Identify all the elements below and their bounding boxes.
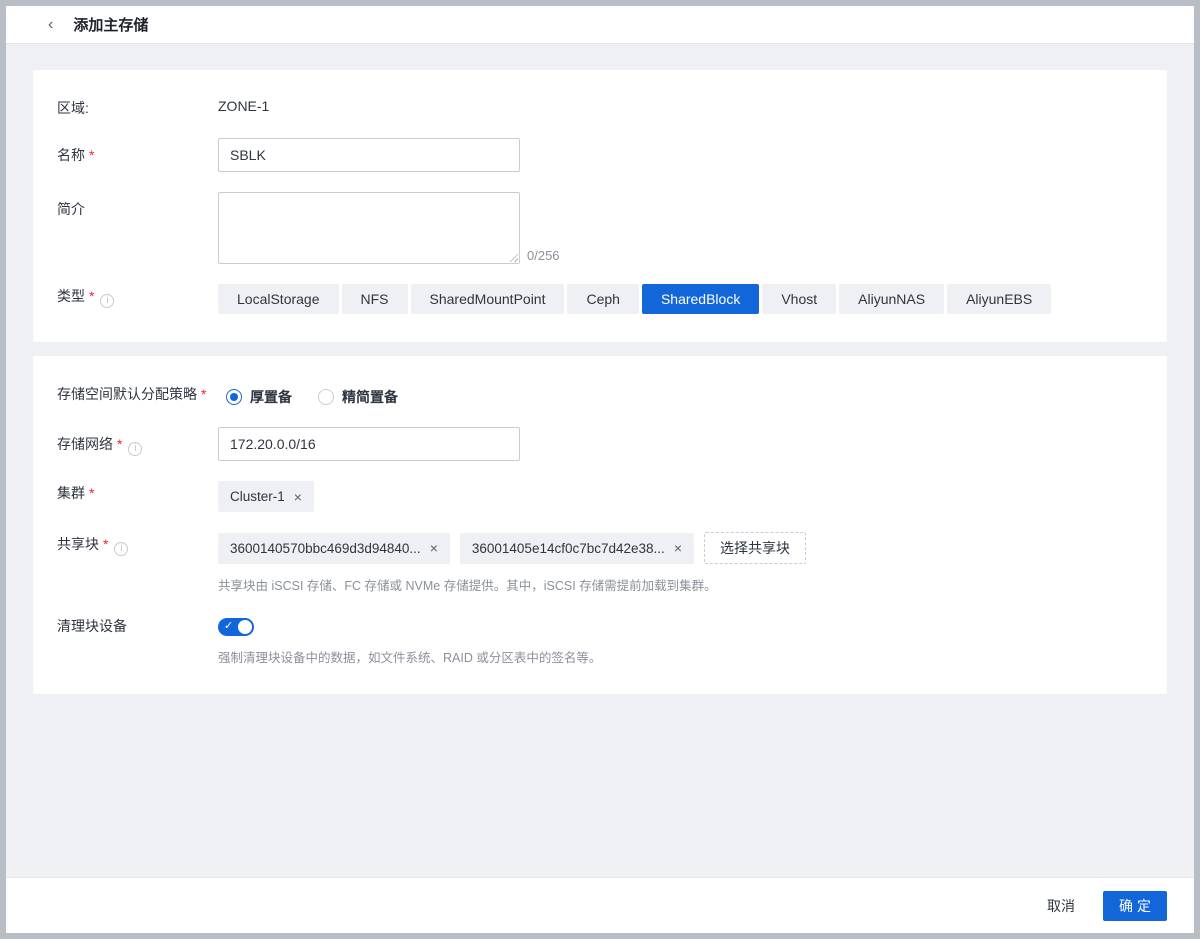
required-asterisk: * <box>103 536 108 552</box>
cluster-tags: Cluster-1 × <box>218 481 314 512</box>
clean-device-row: 清理块设备 ✓ 强制清理块设备中的数据，如文件系统、RAID 或分区表中的签名等… <box>57 614 1143 666</box>
type-label-text: 类型 <box>57 288 85 304</box>
clean-device-help: 强制清理块设备中的数据，如文件系统、RAID 或分区表中的签名等。 <box>218 647 601 666</box>
clean-device-toggle[interactable]: ✓ <box>218 618 254 636</box>
description-row: 简介 0/256 <box>57 192 1143 264</box>
type-row: 类型* i LocalStorageNFSSharedMountPointCeph… <box>57 284 1143 314</box>
page-footer: 取消 确定 <box>6 877 1194 933</box>
description-label-text: 简介 <box>57 201 85 217</box>
char-counter: 0/256 <box>527 249 560 264</box>
add-primary-storage-window: ‹ 添加主存储 区域: ZONE-1 名称* <box>0 0 1200 939</box>
name-label-text: 名称 <box>57 147 85 163</box>
zone-label-text: 区域: <box>57 100 89 116</box>
allocation-row: 存储空间默认分配策略* 厚置备 精简置备 <box>57 382 1143 407</box>
shared-block-label-text: 共享块 <box>57 536 99 552</box>
page-title: 添加主存储 <box>73 14 148 35</box>
zone-value: ZONE-1 <box>218 96 269 114</box>
page-header: ‹ 添加主存储 <box>6 6 1194 44</box>
form-content: 区域: ZONE-1 名称* 简介 <box>6 44 1194 877</box>
type-label: 类型* i <box>57 284 218 308</box>
network-label-text: 存储网络 <box>57 436 113 452</box>
type-options: LocalStorageNFSSharedMountPointCephShare… <box>218 284 1051 314</box>
type-option-nfs[interactable]: NFS <box>342 284 408 314</box>
toggle-knob <box>238 620 252 634</box>
tag-label: Cluster-1 <box>230 489 285 504</box>
remove-tag-icon[interactable]: × <box>294 490 302 504</box>
name-input[interactable] <box>218 138 520 172</box>
shared-block-label: 共享块* i <box>57 532 218 556</box>
shared-block-row: 共享块*i 3600140570bbc469d3d94840...×360014… <box>57 532 1143 594</box>
network-row: 存储网络* i <box>57 427 1143 461</box>
tag-label: 36001405e14cf0c7bc7d42e38... <box>472 541 665 556</box>
basic-info-card: 区域: ZONE-1 名称* 简介 <box>33 70 1167 342</box>
check-icon: ✓ <box>224 621 233 632</box>
type-option-aliyunnas[interactable]: AliyunNAS <box>839 284 944 314</box>
radio-option-1[interactable]: 精简置备 <box>318 387 398 407</box>
clean-device-label-text: 清理块设备 <box>57 618 127 634</box>
type-option-ceph[interactable]: Ceph <box>567 284 638 314</box>
storage-network-input[interactable] <box>218 427 520 461</box>
radio-circle-icon[interactable] <box>226 389 242 405</box>
back-icon[interactable]: ‹ <box>48 17 53 33</box>
info-icon[interactable]: i <box>128 442 142 456</box>
radio-option-label: 厚置备 <box>250 387 292 407</box>
cluster-row: 集群* Cluster-1 × <box>57 481 1143 512</box>
shared-block-tags: 3600140570bbc469d3d94840...×36001405e14c… <box>218 532 806 564</box>
required-asterisk: * <box>201 386 206 402</box>
tag: 3600140570bbc469d3d94840... × <box>218 533 450 564</box>
required-asterisk: * <box>89 485 94 501</box>
description-textarea[interactable] <box>218 192 520 264</box>
tag: 36001405e14cf0c7bc7d42e38... × <box>460 533 694 564</box>
name-label: 名称* <box>57 138 218 165</box>
shared-block-help: 共享块由 iSCSI 存储、FC 存储或 NVMe 存储提供。其中，iSCSI … <box>218 575 806 594</box>
zone-label: 区域: <box>57 96 218 118</box>
tag-label: 3600140570bbc469d3d94840... <box>230 541 421 556</box>
allocation-label-text: 存储空间默认分配策略 <box>57 386 197 402</box>
type-option-aliyunebs[interactable]: AliyunEBS <box>947 284 1051 314</box>
required-asterisk: * <box>117 436 122 452</box>
shared-block-card: 存储空间默认分配策略* 厚置备精简置备 存储网络*i 集群* Cluster-1… <box>33 356 1167 694</box>
info-icon[interactable]: i <box>100 294 114 308</box>
select-shared-block-button[interactable]: 选择共享块 <box>704 532 806 564</box>
confirm-button[interactable]: 确定 <box>1103 891 1167 921</box>
clean-device-label: 清理块设备 <box>57 614 218 636</box>
remove-tag-icon[interactable]: × <box>674 541 682 555</box>
info-icon[interactable]: i <box>114 542 128 556</box>
cluster-label: 集群* <box>57 481 218 503</box>
radio-circle-icon[interactable] <box>318 389 334 405</box>
allocation-options: 厚置备 精简置备 <box>226 382 398 407</box>
description-label: 简介 <box>57 192 218 219</box>
radio-option-label: 精简置备 <box>342 387 398 407</box>
type-option-vhost[interactable]: Vhost <box>762 284 836 314</box>
required-asterisk: * <box>89 288 94 304</box>
remove-tag-icon[interactable]: × <box>430 541 438 555</box>
type-option-sharedblock[interactable]: SharedBlock <box>642 284 759 314</box>
required-asterisk: * <box>89 147 94 163</box>
cancel-button[interactable]: 取消 <box>1047 896 1075 916</box>
radio-option-0[interactable]: 厚置备 <box>226 387 292 407</box>
name-row: 名称* <box>57 138 1143 172</box>
tag: Cluster-1 × <box>218 481 314 512</box>
cluster-label-text: 集群 <box>57 485 85 501</box>
allocation-label: 存储空间默认分配策略* <box>57 382 218 404</box>
type-option-sharedmountpoint[interactable]: SharedMountPoint <box>411 284 565 314</box>
zone-row: 区域: ZONE-1 <box>57 96 1143 118</box>
type-option-localstorage[interactable]: LocalStorage <box>218 284 339 314</box>
network-label: 存储网络* i <box>57 427 218 456</box>
